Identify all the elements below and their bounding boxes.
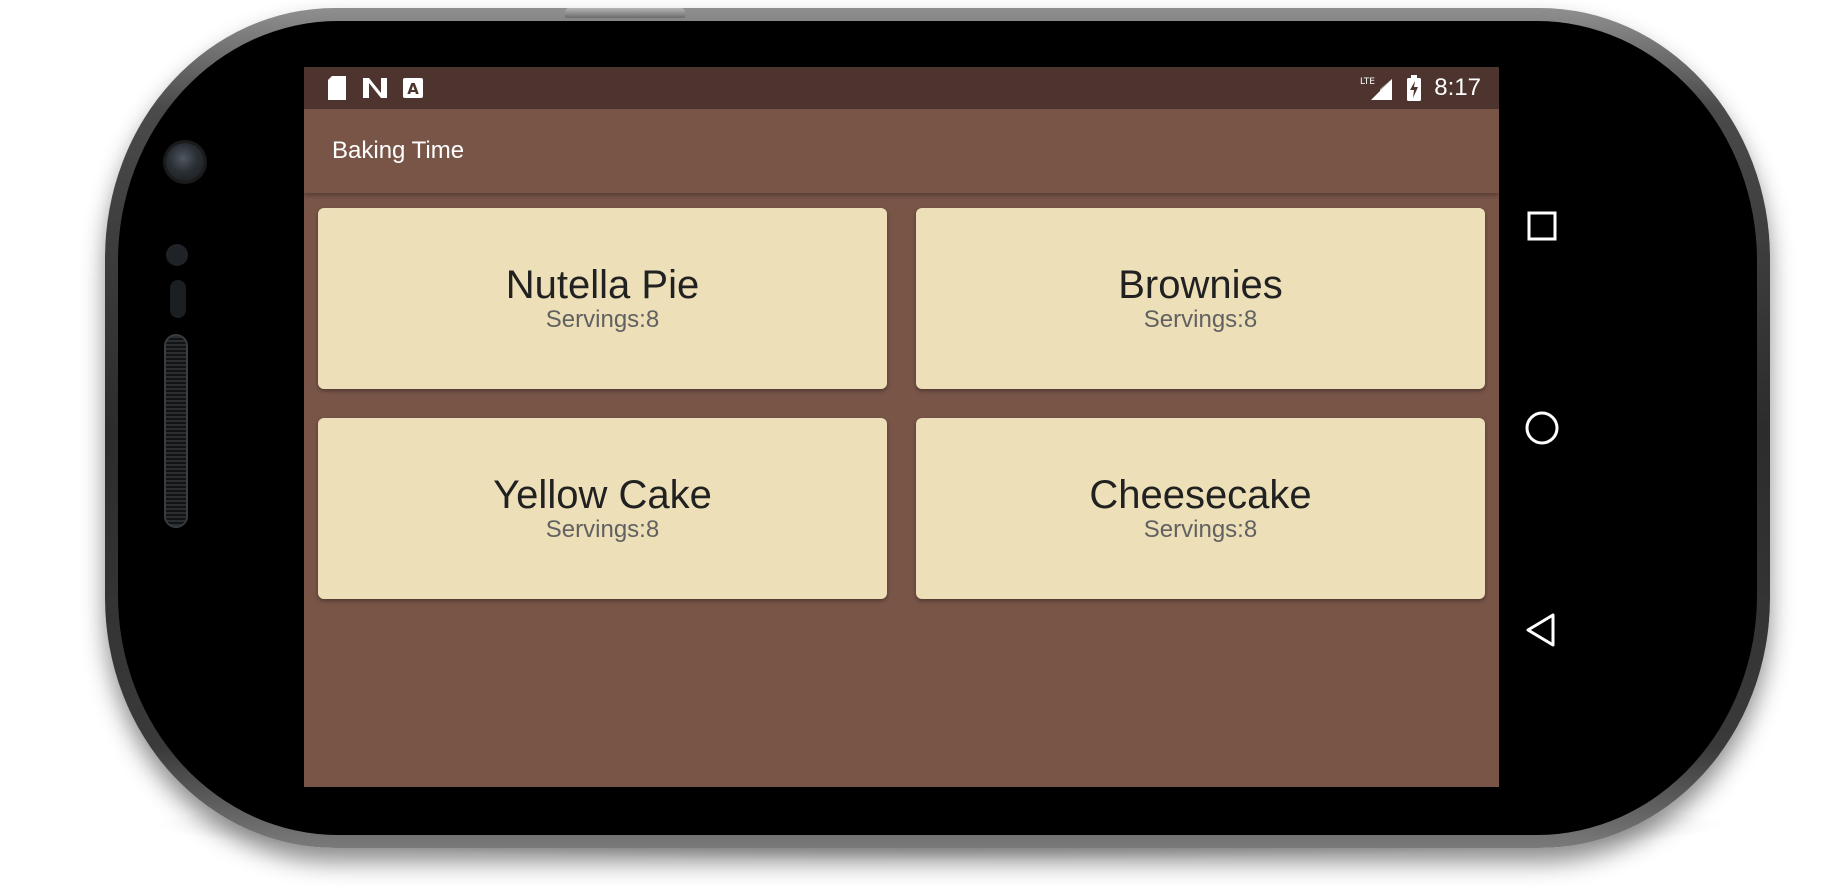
sd-card-icon	[326, 75, 348, 101]
recipe-name: Cheesecake	[1089, 472, 1312, 517]
recipe-card-nutella-pie[interactable]: Nutella Pie Servings:8	[318, 208, 887, 389]
lte-signal-icon: LTE	[1360, 75, 1394, 101]
n-logo-icon	[362, 77, 388, 99]
recipe-name: Nutella Pie	[505, 262, 700, 307]
recipe-card-yellow-cake[interactable]: Yellow Cake Servings:8	[318, 418, 887, 599]
recents-button[interactable]	[1521, 205, 1563, 247]
back-button[interactable]	[1521, 609, 1563, 651]
lte-label: LTE	[1360, 77, 1375, 87]
recipe-name: Yellow Cake	[493, 472, 712, 517]
navigation-bar	[1499, 67, 1585, 787]
proximity-sensor	[166, 244, 188, 266]
front-camera	[166, 143, 204, 181]
home-circle-icon	[1521, 411, 1563, 453]
status-time: 8:17	[1434, 74, 1481, 101]
recipe-name: Brownies	[1118, 262, 1283, 307]
recipe-servings: Servings:8	[1143, 515, 1258, 543]
app-bar: Baking Time	[304, 109, 1499, 193]
recipe-servings: Servings:8	[545, 305, 660, 333]
app-screen: A LTE 8:17 Baking Time Nutella Pie Servi…	[304, 67, 1499, 787]
recipe-servings: Servings:8	[545, 515, 660, 543]
power-button	[565, 8, 685, 18]
app-title: Baking Time	[332, 137, 465, 164]
light-sensor	[170, 280, 186, 318]
home-button[interactable]	[1521, 407, 1563, 449]
recipe-card-brownies[interactable]: Brownies Servings:8	[916, 208, 1485, 389]
svg-text:A: A	[407, 80, 419, 98]
earpiece-speaker	[166, 336, 186, 526]
recipe-card-cheesecake[interactable]: Cheesecake Servings:8	[916, 418, 1485, 599]
keyboard-a-icon: A	[402, 77, 424, 99]
recents-square-icon	[1521, 211, 1563, 251]
back-triangle-icon	[1521, 613, 1563, 655]
recipe-servings: Servings:8	[1143, 305, 1258, 333]
status-bar: A LTE 8:17	[304, 67, 1499, 109]
battery-charging-icon	[1406, 75, 1422, 101]
